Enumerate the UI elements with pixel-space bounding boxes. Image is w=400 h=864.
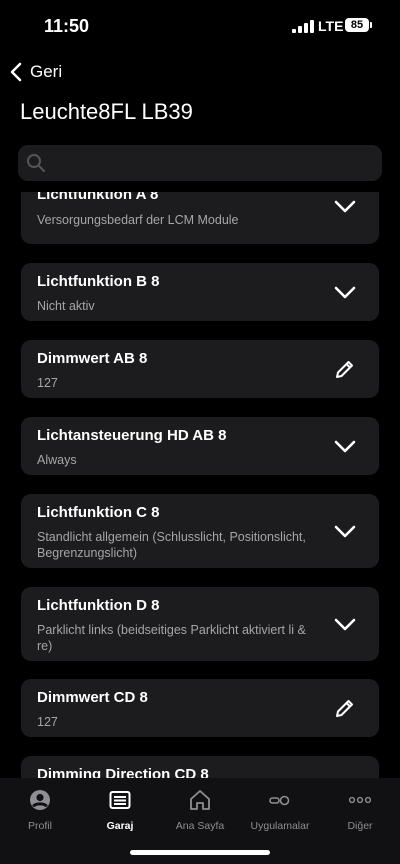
back-label: Geri: [30, 62, 63, 81]
tab-profil[interactable]: Profil: [0, 784, 80, 834]
back-button[interactable]: Geri: [8, 58, 62, 86]
chevron-down-icon[interactable]: [333, 434, 357, 458]
battery-icon: 85: [345, 18, 369, 32]
item-value: Versorgungsbedarf der LCM Module: [37, 213, 239, 227]
status-time: 11:50: [44, 16, 90, 36]
page-title: Leuchte8FL LB39: [20, 99, 193, 124]
settings-list[interactable]: Lichtfunktion A 8 Versorgungsbedarf der …: [0, 192, 400, 778]
chevron-down-icon[interactable]: [333, 194, 357, 218]
item-name: Lichtfunktion D 8: [37, 597, 160, 614]
apps-icon: [269, 795, 290, 806]
garage-icon: [109, 791, 131, 809]
list-item-dimmwert-ab[interactable]: Dimmwert AB 8 127: [21, 340, 379, 398]
item-name: Lichtfunktion C 8: [37, 504, 160, 521]
item-value: Parklicht links (beidseitiges Parklicht …: [37, 623, 306, 653]
pencil-icon[interactable]: [333, 357, 357, 381]
search-icon: [27, 154, 45, 172]
chevron-down-icon[interactable]: [333, 280, 357, 304]
list-item-lichtansteuerung-hd[interactable]: Lichtansteuerung HD AB 8 Always: [21, 417, 379, 475]
tab-label: Ana Sayfa: [175, 820, 225, 832]
list-item-dimming-direction-cd[interactable]: Dimming Direction CD 8: [21, 756, 379, 778]
chevron-left-icon: [10, 62, 22, 82]
item-name: Dimmwert CD 8: [37, 689, 148, 706]
home-icon: [190, 790, 210, 810]
list-item-lichtfunktion-c[interactable]: Lichtfunktion C 8 Standlicht allgemein (…: [21, 494, 379, 568]
list-item-lichtfunktion-b[interactable]: Lichtfunktion B 8 Nicht aktiv: [21, 263, 379, 321]
item-value: Standlicht allgemein (Schlusslicht, Posi…: [37, 530, 306, 560]
tab-uygulamalar[interactable]: Uygulamalar: [240, 784, 320, 834]
tab-diger[interactable]: Diğer: [320, 784, 400, 834]
item-name: Dimming Direction CD 8: [37, 766, 209, 778]
list-item-lichtfunktion-d[interactable]: Lichtfunktion D 8 Parklicht links (beids…: [21, 587, 379, 661]
item-name: Lichtansteuerung HD AB 8: [37, 427, 227, 444]
tab-label: Garaj: [106, 820, 134, 832]
more-icon: [348, 796, 372, 804]
item-name: Lichtfunktion A 8: [37, 192, 159, 203]
search-input[interactable]: [54, 149, 378, 179]
battery-tip: [370, 22, 372, 28]
tab-ana-sayfa[interactable]: Ana Sayfa: [160, 784, 240, 834]
home-indicator: [130, 850, 270, 855]
tab-label: Diğer: [347, 820, 373, 832]
profile-icon: [30, 790, 50, 810]
item-value: 127: [37, 715, 58, 729]
item-value: Nicht aktiv: [37, 299, 95, 313]
status-bar: 11:50 LTE 85: [0, 0, 400, 52]
item-name: Dimmwert AB 8: [37, 350, 148, 367]
cellular-signal-icon: [292, 19, 314, 33]
search-bar[interactable]: [18, 145, 382, 181]
tab-garaj[interactable]: Garaj: [80, 784, 160, 834]
tab-label: Uygulamalar: [250, 820, 310, 832]
pencil-icon[interactable]: [333, 696, 357, 720]
tab-label: Profil: [28, 820, 52, 832]
list-item-dimmwert-cd[interactable]: Dimmwert CD 8 127: [21, 679, 379, 737]
network-type: LTE: [318, 18, 344, 34]
chevron-down-icon[interactable]: [333, 612, 357, 636]
item-value: 127: [37, 376, 58, 390]
list-item-lichtfunktion-a[interactable]: Lichtfunktion A 8 Versorgungsbedarf der …: [21, 192, 379, 244]
chevron-down-icon[interactable]: [333, 519, 357, 543]
item-name: Lichtfunktion B 8: [37, 273, 160, 290]
item-value: Always: [37, 453, 77, 467]
